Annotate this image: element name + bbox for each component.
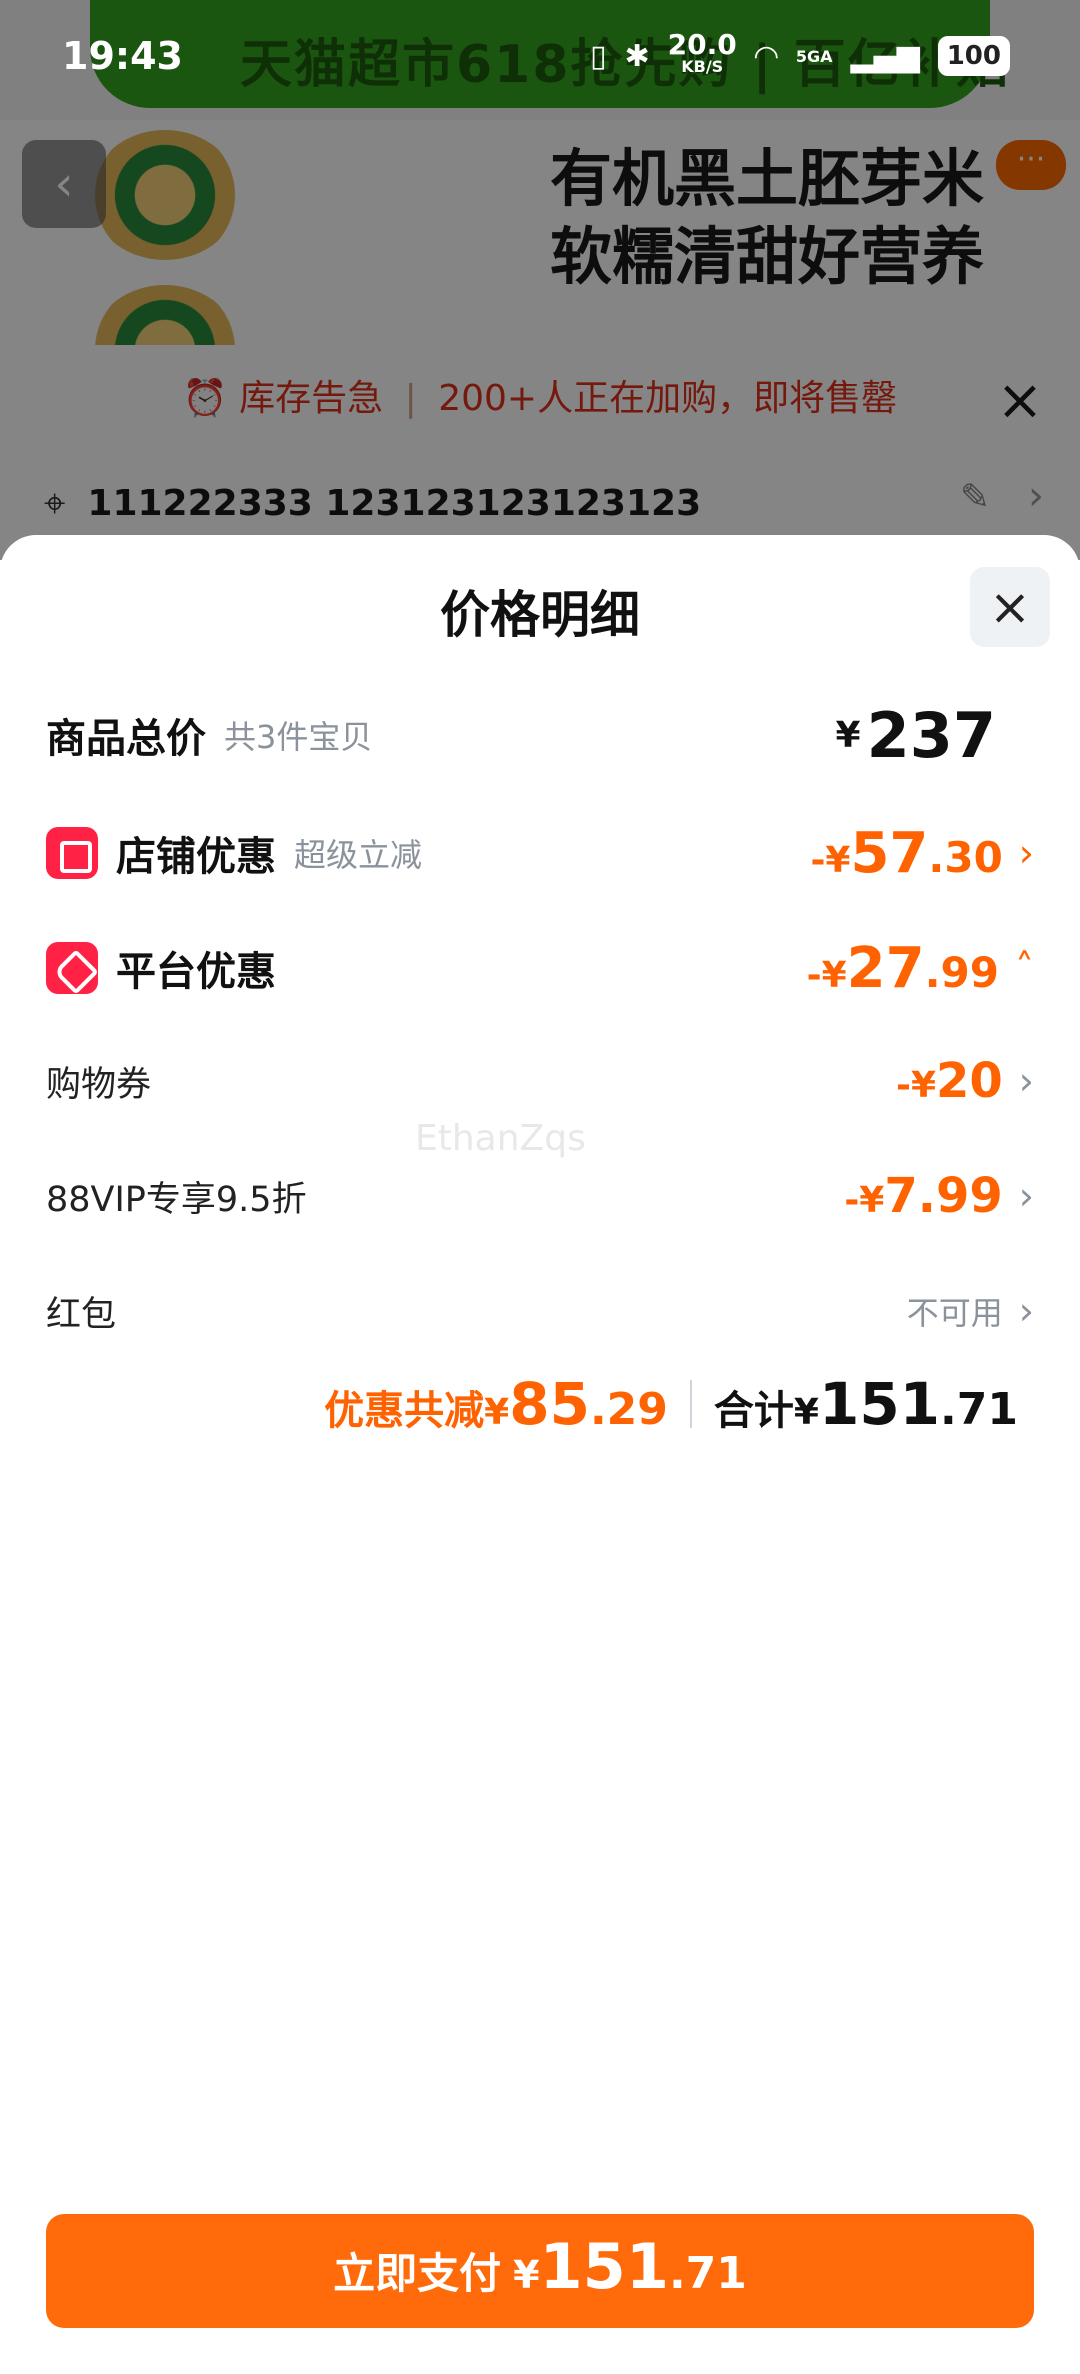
platform-discount-label: 平台优惠 — [116, 949, 276, 995]
divider — [689, 1380, 692, 1428]
chevron-up-icon: ˄ — [1015, 946, 1034, 990]
minus-currency: -¥ — [806, 954, 847, 996]
battery-level: 100 — [937, 36, 1010, 76]
amount-decimal: .71 — [940, 1384, 1018, 1435]
amount-integer: 57 — [850, 820, 929, 886]
network-speed: 20.0 KB/S — [667, 28, 737, 78]
platform-discount-row[interactable]: 平台优惠 -¥27.99 ˄ — [46, 928, 1034, 1008]
currency-symbol: ¥ — [513, 2253, 540, 2297]
signal-icon: ▂▄▆ — [850, 38, 920, 74]
wifi-icon: ◠ — [754, 38, 778, 74]
vip-discount-label: 88VIP专享9.5折 — [46, 1179, 307, 1220]
network-speed-unit: KB/S — [681, 57, 724, 76]
red-packet-status: 不可用 › — [907, 1288, 1034, 1334]
status-bar: 19:43 ▯ ✱ 20.0 KB/S ◠ 5GA ▂▄▆ 100 — [0, 0, 1080, 118]
shop-discount-type: 超级立减 — [294, 836, 423, 874]
total-discount: 优惠共减¥85.29 — [324, 1370, 668, 1438]
amount-decimal: .30 — [928, 832, 1003, 882]
status-icons: ▯ ✱ 20.0 KB/S ◠ 5GA ▂▄▆ 100 — [590, 28, 1010, 78]
currency-symbol: ¥ — [835, 714, 861, 756]
total-sum: 合计¥151.71 — [714, 1370, 1018, 1438]
red-packet-unavailable: 不可用 — [906, 1294, 1003, 1332]
total-sum-label: 合计 — [713, 1388, 794, 1434]
watermark: EthanZqs — [415, 1118, 586, 1159]
network-type: 5GA — [795, 46, 833, 66]
currency-symbol: ¥ — [793, 1392, 819, 1433]
red-packet-row[interactable]: 红包 不可用 › — [46, 1276, 1034, 1346]
currency-symbol: ¥ — [484, 1392, 510, 1433]
coupon-amount: -¥20 › — [896, 1053, 1034, 1109]
goods-total-price: ¥ 237 — [836, 699, 996, 772]
shop-discount-row[interactable]: 店铺优惠 超级立减 -¥57.30 › — [46, 813, 1034, 893]
amount-decimal: .71 — [668, 2248, 747, 2299]
vip-discount-row[interactable]: 88VIP专享9.5折 -¥7.99 › — [46, 1161, 1034, 1231]
amount-integer: 27 — [846, 935, 925, 1001]
minus-currency: -¥ — [810, 839, 851, 881]
pay-now-button[interactable]: 立即支付 ¥151.71 — [46, 2214, 1034, 2328]
amount-integer: 151 — [539, 2230, 669, 2303]
amount-integer: 20 — [936, 1053, 1003, 1109]
goods-total-row: 商品总价 共3件宝贝 ¥ 237 — [46, 695, 1034, 775]
coupon-row[interactable]: 购物券 -¥20 › — [46, 1046, 1034, 1116]
goods-total-label: 商品总价 — [46, 716, 206, 762]
minus-currency: -¥ — [896, 1065, 936, 1106]
coupon-label: 购物券 — [46, 1064, 152, 1105]
chevron-right-icon: › — [1018, 1174, 1034, 1218]
minus-currency: -¥ — [844, 1180, 885, 1221]
pay-button-label: 立即支付 — [333, 2249, 502, 2298]
chevron-right-icon: › — [1018, 1289, 1034, 1333]
sheet-title: 价格明细 — [440, 586, 640, 644]
total-discount-label: 优惠共减 — [324, 1388, 485, 1434]
goods-total-value: 237 — [866, 698, 996, 772]
goods-count: 共3件宝贝 — [224, 718, 373, 756]
shop-icon — [46, 827, 98, 879]
vip-discount-amount: -¥7.99 › — [844, 1168, 1034, 1224]
amount-integer: 151 — [818, 1370, 941, 1438]
amount-integer: 85 — [509, 1370, 590, 1438]
total-summary: 优惠共减¥85.29 合计¥151.71 — [0, 1370, 1018, 1438]
vibrate-icon: ▯ — [590, 38, 607, 74]
close-button[interactable]: × — [970, 567, 1050, 647]
coupon-tag-icon — [46, 942, 98, 994]
shop-discount-amount: -¥57.30 › — [810, 821, 1034, 886]
status-time: 19:43 — [62, 34, 183, 78]
red-packet-label: 红包 — [46, 1294, 117, 1335]
platform-discount-amount: -¥27.99 ˄ — [807, 936, 1034, 1001]
shop-discount-label: 店铺优惠 — [116, 834, 276, 880]
bluetooth-icon: ✱ — [624, 38, 650, 74]
amount-integer: 7.99 — [884, 1168, 1003, 1224]
network-speed-value: 20.0 — [667, 28, 737, 61]
chevron-right-icon: › — [1018, 831, 1034, 875]
chevron-right-icon: › — [1018, 1059, 1034, 1103]
amount-decimal: .29 — [589, 1384, 668, 1435]
price-detail-sheet: 价格明细 × 商品总价 共3件宝贝 ¥ 237 店铺优惠 超级立减 -¥57.3… — [0, 535, 1080, 2374]
amount-decimal: .99 — [924, 947, 999, 997]
